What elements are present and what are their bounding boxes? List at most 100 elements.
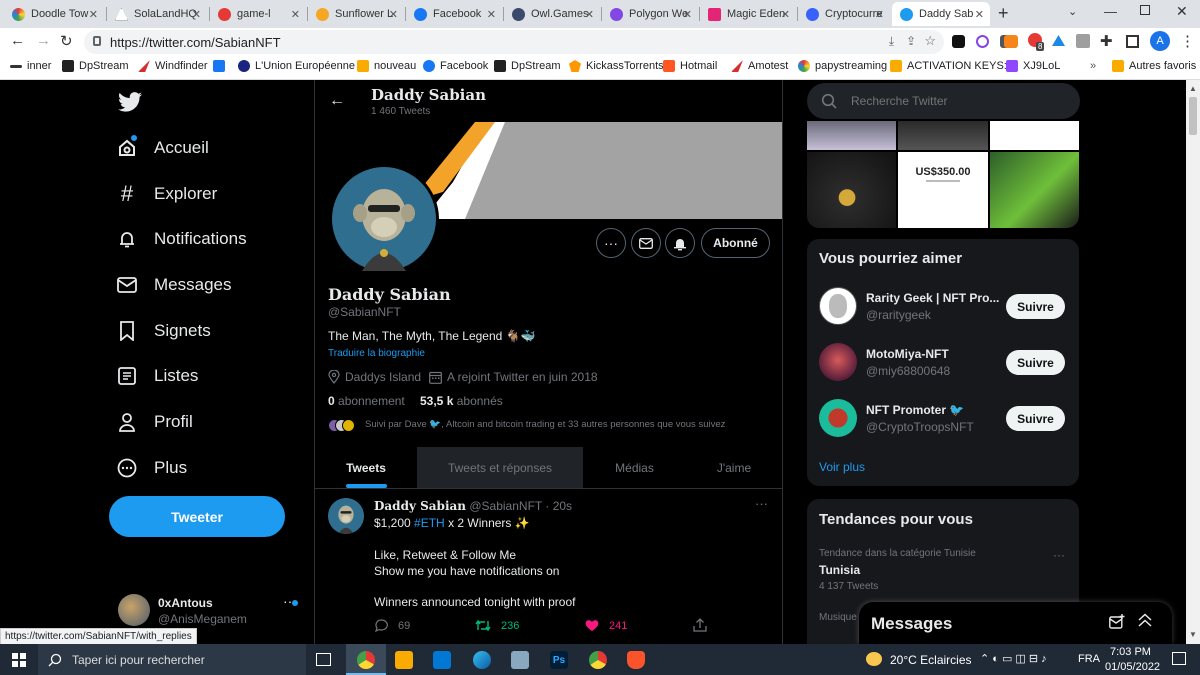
bookmark-item[interactable]: KickassTorrents [569, 60, 664, 72]
page-scrollbar[interactable]: ▲ ▼ [1186, 80, 1200, 644]
nav-lists[interactable]: Listes [116, 365, 198, 387]
system-tray-icons[interactable]: ⌃ ◐ ▭ ◫ ⊟ ♪ [980, 652, 1047, 665]
nav-profile[interactable]: Profil [116, 411, 193, 433]
maximize-button[interactable] [1140, 5, 1150, 15]
close-tab-icon[interactable]: ✕ [683, 8, 692, 21]
bookmark-item[interactable]: ACTIVATION KEYS:... [890, 60, 1016, 72]
browser-tab[interactable]: Facebook ✕ [406, 2, 502, 26]
tweet-time[interactable]: · 20s [545, 499, 572, 513]
nav-messages[interactable]: Messages [116, 274, 231, 296]
close-tab-icon[interactable]: ✕ [192, 8, 201, 21]
retweet-action[interactable]: 236 [475, 619, 519, 632]
followed-by-avatars[interactable] [328, 419, 358, 433]
bookmark-star-icon[interactable]: ☆ [924, 33, 936, 49]
weather-icon[interactable] [866, 652, 882, 666]
close-tab-icon[interactable]: ✕ [487, 8, 496, 21]
close-window-button[interactable]: ✕ [1176, 3, 1188, 20]
extension-icon[interactable] [976, 35, 989, 48]
tab-search-icon[interactable]: ⌄ [1068, 5, 1077, 18]
close-tab-icon[interactable]: ✕ [781, 8, 790, 21]
edge-icon[interactable] [473, 651, 491, 669]
back-arrow-icon[interactable]: ← [10, 32, 25, 49]
bookmark-item[interactable]: XJ9LoL [1006, 60, 1060, 72]
brave-icon[interactable] [627, 651, 645, 669]
clock-time[interactable]: 7:03 PM [1110, 646, 1151, 658]
tweet-button[interactable]: Tweeter [109, 496, 285, 537]
back-arrow-icon[interactable]: ← [329, 92, 345, 110]
taskbar-search[interactable]: Taper ici pour rechercher [38, 644, 306, 675]
share-icon[interactable]: ⇪ [906, 34, 916, 48]
close-tab-icon[interactable]: ✕ [875, 8, 884, 21]
media-thumbnail[interactable] [898, 121, 988, 150]
see-more-link[interactable]: Voir plus [819, 460, 865, 474]
bookmark-item[interactable]: DpStream [62, 60, 129, 72]
media-thumbnail[interactable] [807, 121, 896, 150]
suggestion-item[interactable]: Rarity Geek | NFT Pro... @raritygeek Sui… [807, 283, 1079, 335]
extension-icon[interactable] [1076, 34, 1090, 48]
browser-tab[interactable]: Polygon We ✕ [602, 2, 698, 26]
following-button[interactable]: Abonné [701, 228, 770, 258]
browser-tab[interactable]: SolaLandHQ ✕ [107, 2, 207, 26]
media-thumbnail[interactable] [990, 121, 1079, 150]
notification-center-icon[interactable] [1172, 652, 1186, 665]
tweet-more-icon[interactable]: ··· [755, 496, 768, 511]
side-panel-icon[interactable] [1126, 35, 1139, 48]
expand-drawer-button[interactable] [1137, 613, 1153, 633]
tweet-author-name[interactable]: Daddy Sabian [374, 499, 466, 513]
bookmark-item[interactable]: DpStream [494, 60, 561, 72]
forward-arrow-icon[interactable]: → [36, 32, 51, 49]
browser-tab[interactable]: Doodle Tow ✕ [4, 2, 104, 26]
profile-avatar[interactable]: A [1150, 31, 1170, 51]
close-tab-icon[interactable]: ✕ [585, 8, 594, 21]
messages-drawer[interactable]: Messages [859, 602, 1172, 644]
more-options-button[interactable]: ··· [596, 228, 626, 258]
media-thumbnail[interactable]: US$350.00 [898, 152, 988, 228]
extension-icon[interactable] [952, 35, 965, 48]
tweet-item[interactable]: Daddy Sabian @SabianNFT · 20s ··· $1,200… [315, 489, 782, 644]
extensions-puzzle-icon[interactable]: ✚ [1100, 32, 1113, 50]
browser-tab[interactable]: Owl.Games ✕ [504, 2, 600, 26]
followed-by-text[interactable]: Suivi par Dave 🐦, Altcoin and bitcoin tr… [365, 419, 725, 430]
following-count-link[interactable]: 0 abonnement [328, 394, 405, 408]
follow-button[interactable]: Suivre [1006, 294, 1065, 319]
close-tab-icon[interactable]: ✕ [89, 8, 98, 21]
file-explorer-icon[interactable] [395, 651, 413, 669]
tweet-avatar[interactable] [328, 498, 364, 534]
follow-button[interactable]: Suivre [1006, 350, 1065, 375]
follow-button[interactable]: Suivre [1006, 406, 1065, 431]
message-button[interactable] [631, 228, 661, 258]
bookmark-item[interactable]: nouveau [357, 60, 416, 72]
profile-avatar[interactable] [329, 164, 439, 274]
tab-tweets[interactable]: Tweets [315, 447, 417, 488]
bookmark-item[interactable]: Amotest [731, 60, 788, 72]
photoshop-icon[interactable]: Ps [550, 651, 568, 669]
tab-tweets-replies[interactable]: Tweets et réponses [417, 447, 583, 488]
tab-likes[interactable]: J'aime [686, 447, 782, 488]
notify-button[interactable] [665, 228, 695, 258]
extension-icon[interactable] [1052, 35, 1065, 46]
twitter-logo-icon[interactable] [118, 92, 142, 117]
address-bar[interactable]: https://twitter.com/SabianNFT ⤓ ⇪ ☆ [84, 30, 944, 54]
bookmark-item[interactable]: Windfinder [138, 60, 208, 72]
new-tab-button[interactable]: + [998, 3, 1009, 24]
search-input[interactable] [851, 94, 1051, 108]
browser-tab[interactable]: Cryptocurre ✕ [798, 2, 890, 26]
scrollbar-thumb[interactable] [1189, 97, 1197, 135]
metamask-icon[interactable] [1004, 35, 1018, 48]
suggestion-item[interactable]: NFT Promoter 🐦 @CryptoTroopsNFT Suivre [807, 395, 1079, 447]
like-action[interactable]: 241 [585, 619, 627, 632]
reload-icon[interactable]: ↻ [60, 32, 73, 50]
nav-home[interactable]: Accueil [116, 135, 209, 159]
mail-icon[interactable] [433, 651, 451, 669]
share-action[interactable] [693, 618, 707, 637]
language-indicator[interactable]: FRA [1078, 653, 1100, 665]
browser-tab-active[interactable]: Daddy Sab ✕ [892, 2, 990, 26]
app-icon[interactable] [511, 651, 529, 669]
minimize-button[interactable]: — [1104, 4, 1117, 19]
trend-more-icon[interactable]: ··· [1053, 548, 1065, 562]
windows-start-icon[interactable] [12, 653, 26, 667]
trend-item[interactable]: Tendance dans la catégorie Tunisie Tunis… [807, 543, 1079, 597]
followers-count-link[interactable]: 53,5 k abonnés [420, 394, 503, 408]
taskbar-app-chrome[interactable] [346, 644, 386, 675]
browser-tab[interactable]: Sunflower L ✕ [308, 2, 404, 26]
